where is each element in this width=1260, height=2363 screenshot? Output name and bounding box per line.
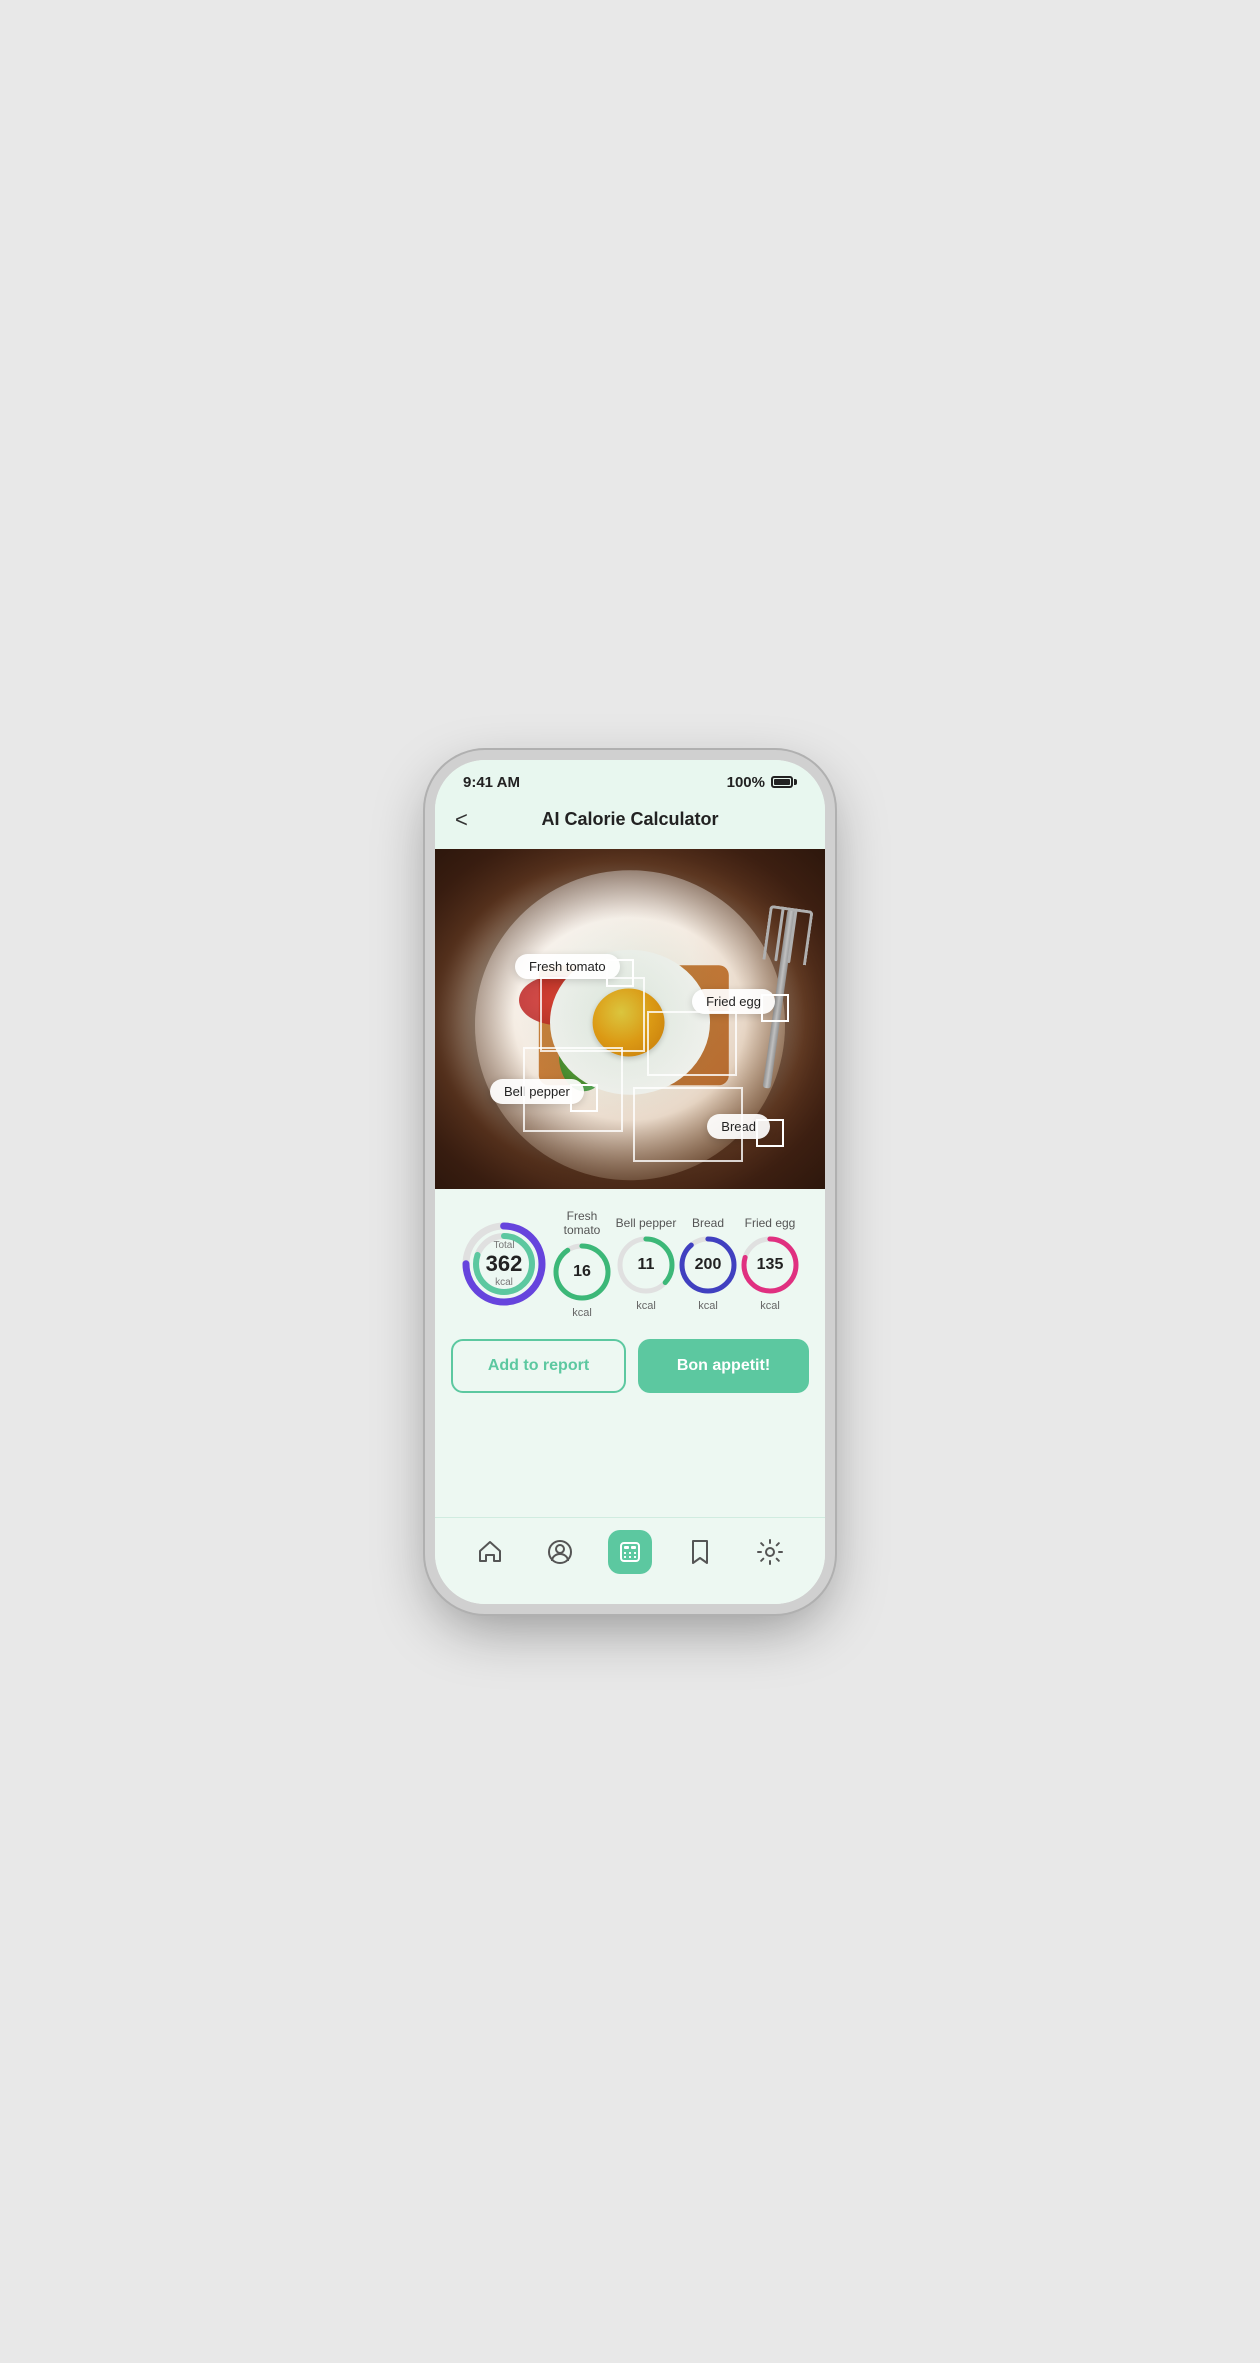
- add-to-report-button[interactable]: Add to report: [451, 1339, 626, 1393]
- nav-settings[interactable]: [748, 1530, 792, 1574]
- home-icon: [468, 1530, 512, 1574]
- bell-pepper-calories: Bell pepper 11 kcal: [615, 1216, 677, 1312]
- bell-pepper-unit: kcal: [636, 1300, 656, 1312]
- fried-egg-calories: Fried egg 135 kcal: [739, 1216, 801, 1312]
- header: < AI Calorie Calculator: [435, 799, 825, 849]
- bell-pepper-label: Bell pepper: [616, 1216, 677, 1230]
- profile-icon: [538, 1530, 582, 1574]
- action-buttons: Add to report Bon appetit!: [451, 1339, 809, 1393]
- phone-frame: 9:41 AM 100% < AI Calorie Calculator: [435, 760, 825, 1604]
- fresh-tomato-unit: kcal: [572, 1307, 592, 1319]
- bon-appetit-button[interactable]: Bon appetit!: [638, 1339, 809, 1393]
- page-title: AI Calorie Calculator: [435, 809, 825, 830]
- total-value: 362: [486, 1251, 523, 1277]
- bell-pepper-value: 11: [638, 1256, 655, 1274]
- fried-egg-unit: kcal: [760, 1300, 780, 1312]
- bread-value: 200: [695, 1256, 722, 1274]
- fresh-tomato-calories: Fresh tomato 16 kcal: [549, 1209, 615, 1319]
- status-right: 100%: [727, 774, 797, 791]
- total-unit: kcal: [486, 1277, 523, 1288]
- fresh-tomato-value: 16: [573, 1263, 591, 1281]
- nav-calculator[interactable]: [608, 1530, 652, 1574]
- total-calories: Total 362 kcal: [459, 1219, 549, 1309]
- food-image: Fresh tomato Fried egg Bell pepper Bread: [435, 849, 825, 1189]
- bottom-nav: [435, 1517, 825, 1604]
- nav-bookmarks[interactable]: [678, 1530, 722, 1574]
- battery-icon: [771, 776, 797, 788]
- fried-egg-label: Fried egg: [745, 1216, 796, 1230]
- status-bar: 9:41 AM 100%: [435, 760, 825, 799]
- fresh-tomato-label: Fresh tomato: [549, 1209, 615, 1237]
- gear-icon: [748, 1530, 792, 1574]
- status-time: 9:41 AM: [463, 774, 520, 791]
- nav-home[interactable]: [468, 1530, 512, 1574]
- bread-unit: kcal: [698, 1300, 718, 1312]
- nav-profile[interactable]: [538, 1530, 582, 1574]
- calories-row: Total 362 kcal Fresh tomato 16 kcal: [451, 1209, 809, 1319]
- total-label: Total: [486, 1240, 523, 1251]
- detection-fresh-tomato: Fresh tomato: [515, 954, 620, 979]
- bookmark-icon: [678, 1530, 722, 1574]
- battery-percent: 100%: [727, 774, 765, 791]
- calculator-icon: [608, 1530, 652, 1574]
- bread-calories: Bread 200 kcal: [677, 1216, 739, 1312]
- main-content: Total 362 kcal Fresh tomato 16 kcal: [435, 1189, 825, 1517]
- fried-egg-value: 135: [757, 1256, 784, 1274]
- back-button[interactable]: <: [455, 807, 468, 833]
- bread-label: Bread: [692, 1216, 724, 1230]
